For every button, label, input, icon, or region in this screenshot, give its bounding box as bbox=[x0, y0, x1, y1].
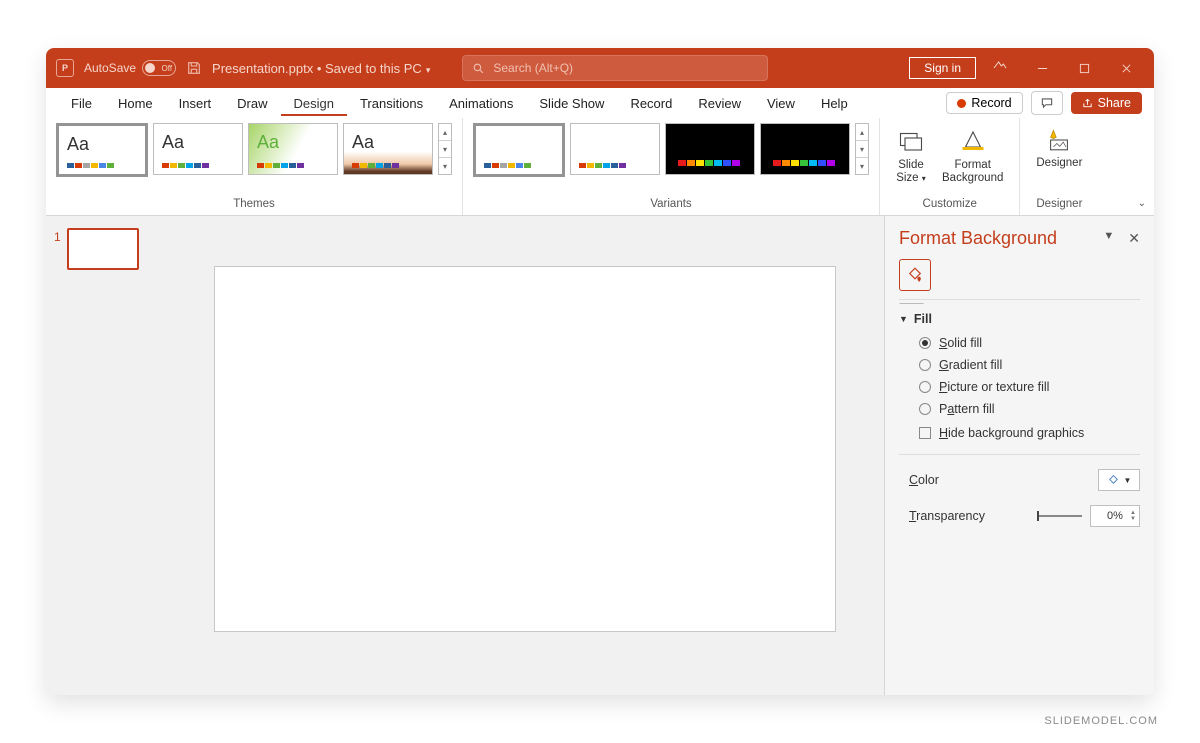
slide-thumbnail[interactable] bbox=[67, 228, 139, 270]
slide-thumbnails-panel: 1 bbox=[46, 216, 166, 695]
tab-transitions[interactable]: Transitions bbox=[347, 90, 436, 116]
slide[interactable] bbox=[214, 266, 836, 632]
customize-group-label: Customize bbox=[890, 195, 1009, 215]
theme-4[interactable]: Aa bbox=[343, 123, 433, 175]
transparency-slider[interactable] bbox=[1037, 515, 1082, 517]
spinner-icon[interactable]: ▲▼ bbox=[1130, 510, 1136, 522]
designer-group-label: Designer bbox=[1030, 195, 1088, 215]
format-background-button[interactable]: FormatBackground bbox=[936, 123, 1009, 187]
radio-icon bbox=[919, 359, 931, 371]
autosave-label: AutoSave bbox=[84, 61, 136, 75]
theme-office[interactable]: Aa bbox=[56, 123, 148, 177]
format-background-icon bbox=[958, 126, 988, 156]
transparency-row: Transparency 0% ▲▼ bbox=[899, 505, 1140, 527]
workspace: 1 Format Background ▼ ✕ ▼Fill bbox=[46, 216, 1154, 695]
color-picker-button[interactable]: ▼ bbox=[1098, 469, 1140, 491]
designer-button[interactable]: Designer bbox=[1030, 123, 1088, 172]
tab-file[interactable]: File bbox=[58, 90, 105, 116]
slide-canvas-area bbox=[166, 216, 884, 695]
maximize-icon[interactable] bbox=[1066, 54, 1102, 82]
app-window: P AutoSave Off Presentation.pptx • Saved… bbox=[46, 48, 1154, 695]
tab-animations[interactable]: Animations bbox=[436, 90, 526, 116]
pane-options-icon[interactable]: ▼ bbox=[1103, 230, 1114, 247]
search-icon bbox=[472, 62, 485, 75]
pane-tab-underline bbox=[899, 299, 1140, 300]
close-icon[interactable] bbox=[1108, 54, 1144, 82]
color-row: Color ▼ bbox=[899, 469, 1140, 491]
tab-slideshow[interactable]: Slide Show bbox=[526, 90, 617, 116]
ribbon: Aa Aa Aa Aa ▴▾▾ Themes ▴▾▾ Variants bbox=[46, 118, 1154, 216]
tab-view[interactable]: View bbox=[754, 90, 808, 116]
variant-2[interactable] bbox=[570, 123, 660, 175]
radio-icon bbox=[919, 403, 931, 415]
slide-size-button[interactable]: SlideSize ▾ bbox=[890, 123, 932, 187]
toggle-switch-icon[interactable]: Off bbox=[142, 60, 176, 76]
tab-help[interactable]: Help bbox=[808, 90, 861, 116]
tab-insert[interactable]: Insert bbox=[166, 90, 225, 116]
variant-1[interactable] bbox=[473, 123, 565, 177]
record-dot-icon bbox=[957, 99, 966, 108]
designer-group: Designer Designer bbox=[1020, 118, 1098, 215]
comments-button[interactable] bbox=[1031, 91, 1063, 115]
search-placeholder: Search (Alt+Q) bbox=[493, 61, 573, 75]
customize-group: SlideSize ▾ FormatBackground Customize bbox=[880, 118, 1020, 215]
variants-more[interactable]: ▴▾▾ bbox=[855, 123, 869, 175]
share-button[interactable]: Share bbox=[1071, 92, 1142, 114]
radio-picture-fill[interactable]: Picture or texture fill bbox=[919, 380, 1140, 394]
paint-bucket-icon bbox=[1107, 474, 1120, 487]
themes-group-label: Themes bbox=[56, 195, 452, 215]
themes-group: Aa Aa Aa Aa ▴▾▾ Themes bbox=[46, 118, 463, 215]
watermark: SLIDEMODEL.COM bbox=[1044, 715, 1158, 727]
chevron-down-icon: ▼ bbox=[899, 314, 908, 324]
pane-title: Format Background bbox=[899, 228, 1057, 249]
divider bbox=[899, 454, 1140, 455]
tab-record[interactable]: Record bbox=[617, 90, 685, 116]
chevron-down-icon: ▾ bbox=[426, 65, 431, 75]
transparency-input[interactable]: 0% ▲▼ bbox=[1090, 505, 1140, 527]
fill-section-header[interactable]: ▼Fill bbox=[899, 312, 1140, 326]
sign-in-button[interactable]: Sign in bbox=[909, 57, 976, 79]
save-icon[interactable] bbox=[186, 60, 202, 76]
variant-3[interactable] bbox=[665, 123, 755, 175]
variants-group: ▴▾▾ Variants bbox=[463, 118, 880, 215]
chevron-down-icon: ▼ bbox=[1124, 476, 1132, 485]
account-icon[interactable] bbox=[982, 54, 1018, 82]
share-icon bbox=[1082, 98, 1093, 109]
theme-2[interactable]: Aa bbox=[153, 123, 243, 175]
radio-icon bbox=[919, 337, 931, 349]
radio-gradient-fill[interactable]: Gradient fill bbox=[919, 358, 1140, 372]
pane-close-icon[interactable]: ✕ bbox=[1128, 230, 1140, 247]
app-icon: P bbox=[56, 59, 74, 77]
radio-pattern-fill[interactable]: Pattern fill bbox=[919, 402, 1140, 416]
tab-review[interactable]: Review bbox=[685, 90, 754, 116]
record-button[interactable]: Record bbox=[946, 92, 1022, 114]
tab-draw[interactable]: Draw bbox=[224, 90, 280, 116]
variant-4[interactable] bbox=[760, 123, 850, 175]
file-name[interactable]: Presentation.pptx • Saved to this PC▾ bbox=[212, 61, 430, 76]
radio-icon bbox=[919, 381, 931, 393]
title-bar: P AutoSave Off Presentation.pptx • Saved… bbox=[46, 48, 1154, 88]
designer-icon bbox=[1045, 126, 1073, 154]
tab-design[interactable]: Design bbox=[281, 90, 347, 116]
theme-3[interactable]: Aa bbox=[248, 123, 338, 175]
collapse-ribbon-icon[interactable]: ⌄ bbox=[1138, 198, 1146, 209]
autosave-toggle[interactable]: AutoSave Off bbox=[84, 60, 176, 76]
ribbon-tabs: File Home Insert Draw Design Transitions… bbox=[46, 88, 1154, 118]
variants-group-label: Variants bbox=[473, 195, 869, 215]
search-input[interactable]: Search (Alt+Q) bbox=[462, 55, 768, 81]
checkbox-icon bbox=[919, 427, 931, 439]
themes-more[interactable]: ▴▾▾ bbox=[438, 123, 452, 175]
comment-icon bbox=[1040, 96, 1054, 110]
format-background-pane: Format Background ▼ ✕ ▼Fill Solid fill G… bbox=[884, 216, 1154, 695]
fill-tab-icon[interactable] bbox=[899, 259, 931, 291]
checkbox-hide-bg[interactable]: Hide background graphics bbox=[899, 426, 1140, 440]
slide-size-icon bbox=[896, 126, 926, 156]
slide-number: 1 bbox=[54, 228, 61, 270]
radio-solid-fill[interactable]: Solid fill bbox=[919, 336, 1140, 350]
minimize-icon[interactable] bbox=[1024, 54, 1060, 82]
tab-home[interactable]: Home bbox=[105, 90, 166, 116]
